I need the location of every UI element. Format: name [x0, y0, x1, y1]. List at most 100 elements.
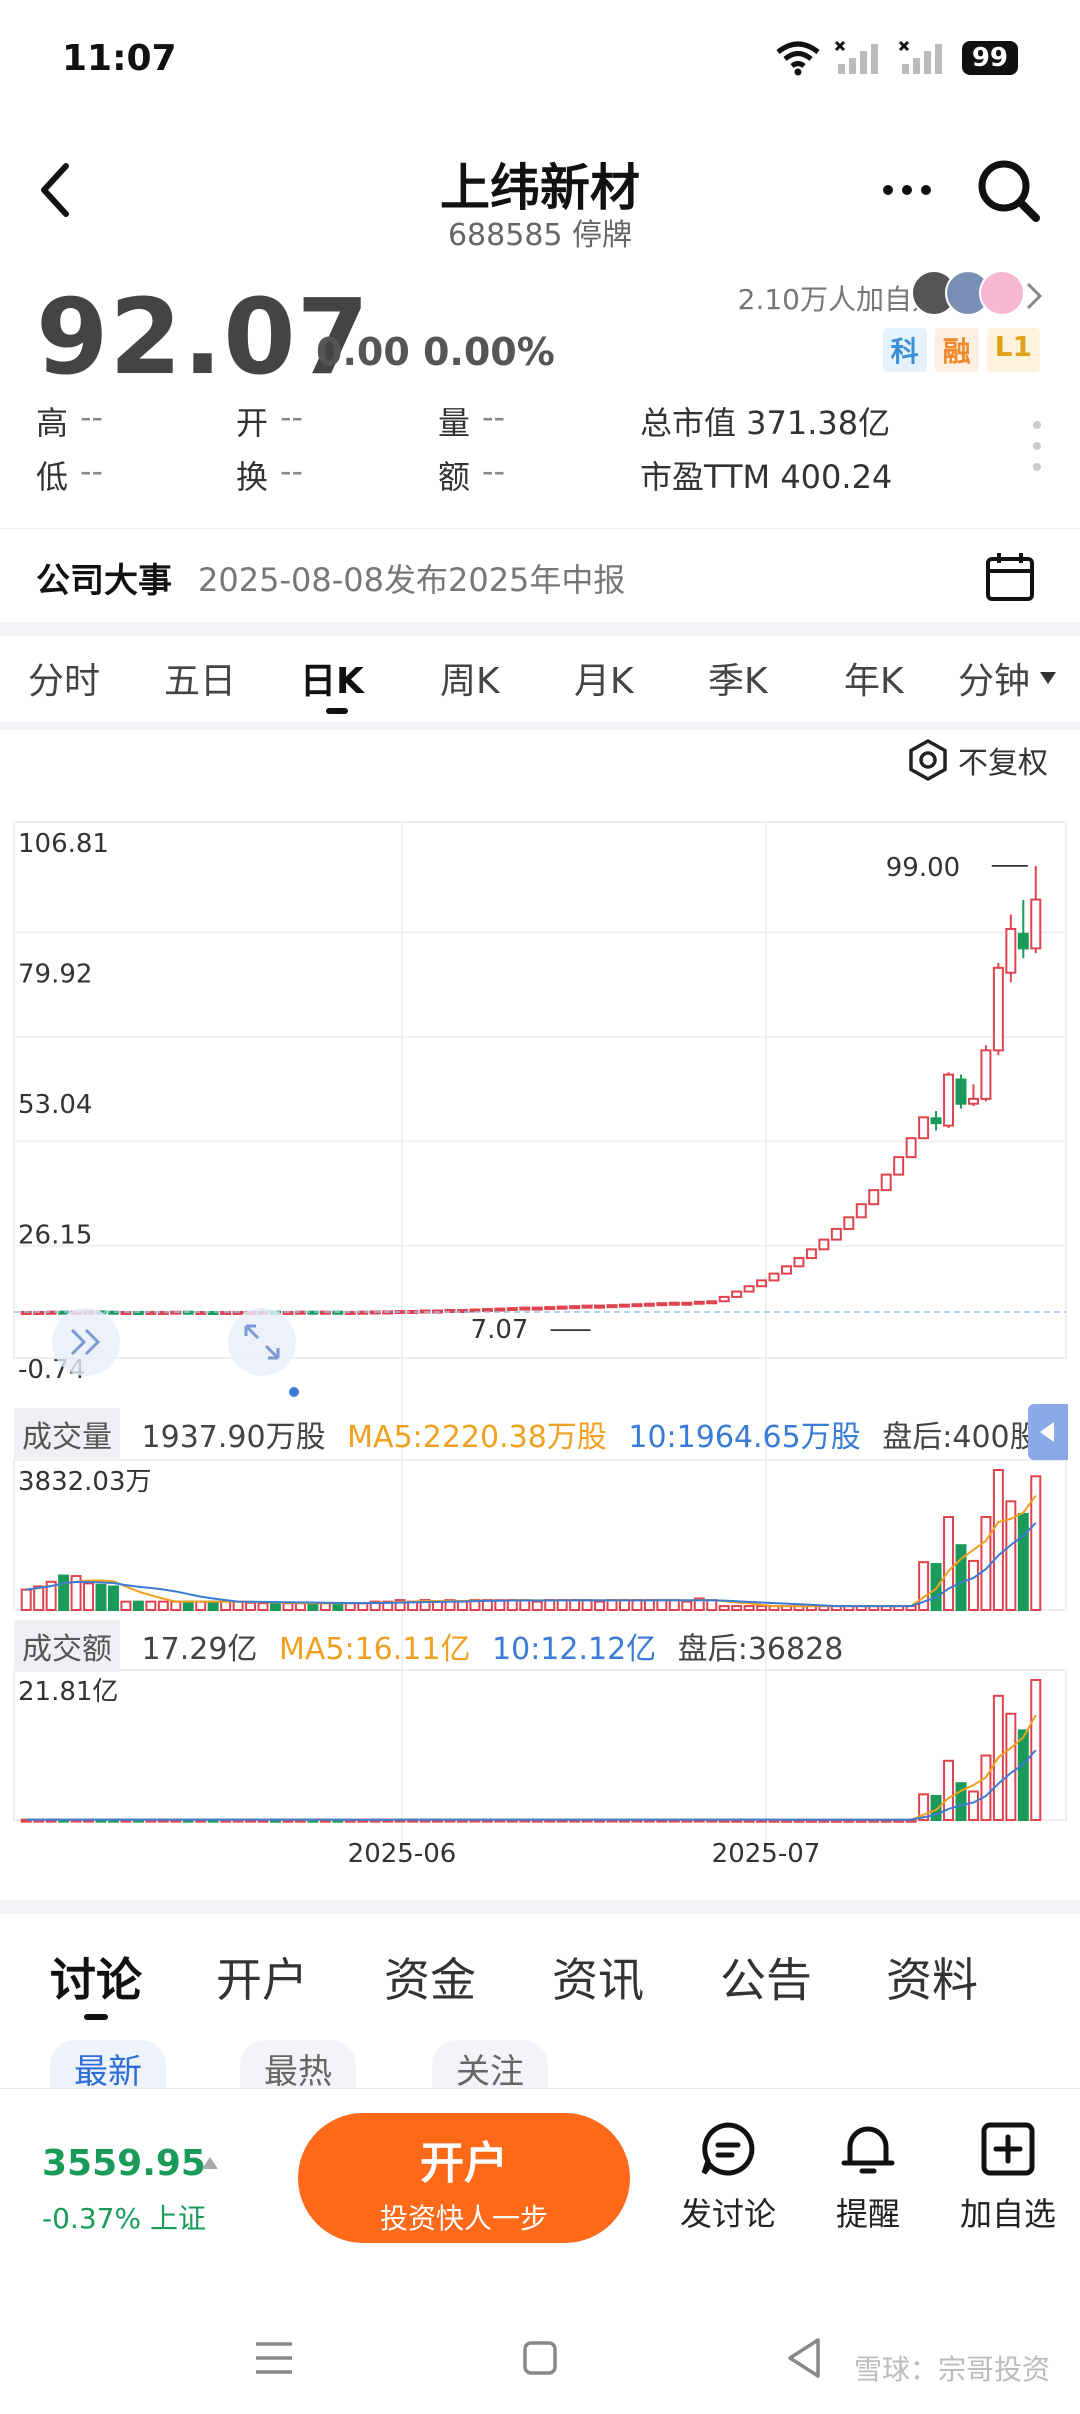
high-value: -- [80, 398, 104, 436]
amount-tag[interactable]: 成交额 [14, 1620, 120, 1672]
filter-following[interactable]: 关注 [432, 2040, 548, 2090]
tab-minute[interactable]: 分钟 [958, 652, 1030, 704]
volume-bar [531, 1600, 543, 1611]
signal-icon-2 [898, 40, 942, 74]
candle-body [843, 1216, 855, 1230]
menu-icon[interactable] [254, 2340, 294, 2376]
kline-chart[interactable]: 106.8179.9253.0426.15-0.743832.03万21.81亿… [0, 790, 1080, 1890]
volume-bar [581, 1599, 593, 1612]
volume-bar [556, 1599, 568, 1612]
candle-body [768, 1272, 780, 1282]
candle-body [930, 1117, 942, 1125]
volume-bar [618, 1599, 630, 1612]
volume-bar [967, 1559, 979, 1611]
amount-bar [1017, 1729, 1029, 1821]
candle-body [581, 1304, 593, 1309]
tab-five-day[interactable]: 五日 [164, 652, 236, 704]
tab-weekly-k[interactable]: 周K [440, 652, 500, 704]
volume-bar [170, 1600, 182, 1611]
candle-body [693, 1300, 705, 1305]
tab-daily-k[interactable]: 日K [300, 652, 364, 704]
watcher-avatars[interactable] [911, 270, 1025, 316]
candle-body [1005, 928, 1017, 974]
remind-button[interactable]: 提醒 [808, 2119, 928, 2235]
volume-bar [1017, 1512, 1029, 1612]
tab-funds[interactable]: 资金 [384, 1944, 476, 2010]
index-value[interactable]: 3559.95 [42, 2143, 206, 2184]
candle-body [1030, 898, 1042, 950]
volume-bar [107, 1585, 119, 1612]
triangle-up-icon [202, 2157, 218, 2169]
volume-bar [344, 1602, 356, 1612]
fullscreen-button[interactable] [228, 1308, 296, 1376]
calendar-icon[interactable] [984, 551, 1036, 603]
candle-body [893, 1156, 905, 1176]
watchers-count[interactable]: 2.10万人加自选 [738, 278, 940, 318]
chat-bubble-icon [701, 2122, 755, 2176]
volume-bar [980, 1516, 992, 1612]
search-icon[interactable] [974, 156, 1044, 226]
volume-header: 成交量 1937.90万股 MA5:2220.38万股 10:1964.65万股… [14, 1408, 1064, 1460]
volume-tag[interactable]: 成交量 [14, 1408, 120, 1460]
level1-badge: L1 [986, 328, 1040, 372]
dropdown-arrow-icon[interactable] [1038, 670, 1058, 686]
open-account-button[interactable]: 开户 投资快人一步 [298, 2113, 630, 2243]
min-price-label: 7.07 [471, 1315, 529, 1345]
candle-body [656, 1302, 668, 1307]
x-axis-tick-label: 2025-06 [348, 1839, 457, 1869]
candle-body [781, 1265, 792, 1275]
x-axis-tick-label: 2025-07 [712, 1839, 821, 1869]
volume-bar [606, 1599, 618, 1612]
tab-announcements[interactable]: 公告 [720, 1944, 812, 2010]
discuss-button[interactable]: 发讨论 [668, 2119, 788, 2235]
bell-icon [841, 2126, 895, 2174]
chevron-right-icon[interactable] [1024, 280, 1044, 312]
candle-body [531, 1306, 543, 1311]
tab-yearly-k[interactable]: 年K [844, 652, 904, 704]
candle-body [805, 1248, 817, 1260]
volume-bar [95, 1583, 107, 1611]
volume-ma5: MA5:2220.38万股 [347, 1420, 607, 1455]
volume-bar [58, 1574, 70, 1612]
filter-latest[interactable]: 最新 [50, 2040, 166, 2090]
home-icon[interactable] [522, 2340, 558, 2376]
y-axis-tick-label: 53.04 [18, 1090, 92, 1120]
back-icon[interactable] [786, 2336, 822, 2380]
adjust-toggle[interactable]: 不复权 [906, 738, 1048, 782]
tab-news[interactable]: 资讯 [552, 1944, 644, 2010]
more-icon[interactable] [880, 180, 934, 200]
company-events[interactable]: 公司大事 2025-08-08发布2025年中报 [0, 528, 1080, 624]
volume-bar [756, 1605, 768, 1612]
candle-body [943, 1073, 955, 1127]
add-watchlist-button[interactable]: 加自选 [948, 2119, 1068, 2235]
volume-bar [456, 1600, 468, 1611]
volume-bar [232, 1600, 244, 1611]
tab-profile[interactable]: 资料 [886, 1944, 978, 2010]
tab-intraday[interactable]: 分时 [28, 652, 100, 704]
filter-hot[interactable]: 最热 [240, 2040, 356, 2090]
collapse-panel-button[interactable] [1028, 1404, 1068, 1460]
tab-open-account[interactable]: 开户 [216, 1944, 308, 2010]
content-tabs: 讨论 开户 资金 资讯 公告 资料 [0, 1900, 1080, 2020]
quote-panel: 92.07 0.00 0.00% 2.10万人加自选 科 融 L1 高 -- 低… [0, 268, 1080, 528]
volume-ma10-line [26, 1522, 1037, 1608]
candle-body [830, 1227, 842, 1241]
divider [0, 722, 1080, 730]
add-watchlist-label: 加自选 [959, 2195, 1056, 2233]
volume-bar [681, 1600, 693, 1611]
volume-after-hours: 盘后:400股 [882, 1420, 1040, 1455]
active-tab-indicator [84, 2014, 108, 2020]
y-axis-tick-label: 79.92 [18, 960, 92, 990]
tab-discussion[interactable]: 讨论 [50, 1944, 142, 2010]
expand-dots-icon[interactable] [1030, 418, 1044, 474]
tab-quarterly-k[interactable]: 季K [708, 652, 768, 704]
tab-monthly-k[interactable]: 月K [574, 652, 634, 704]
star-market-badge: 科 [882, 328, 927, 372]
candle-body [668, 1301, 680, 1306]
remind-label: 提醒 [835, 2195, 900, 2233]
volume-bar [631, 1599, 643, 1612]
candle-body [955, 1078, 967, 1105]
avatar [979, 270, 1025, 316]
volume-bar [182, 1600, 194, 1611]
volume-bar [132, 1600, 144, 1611]
